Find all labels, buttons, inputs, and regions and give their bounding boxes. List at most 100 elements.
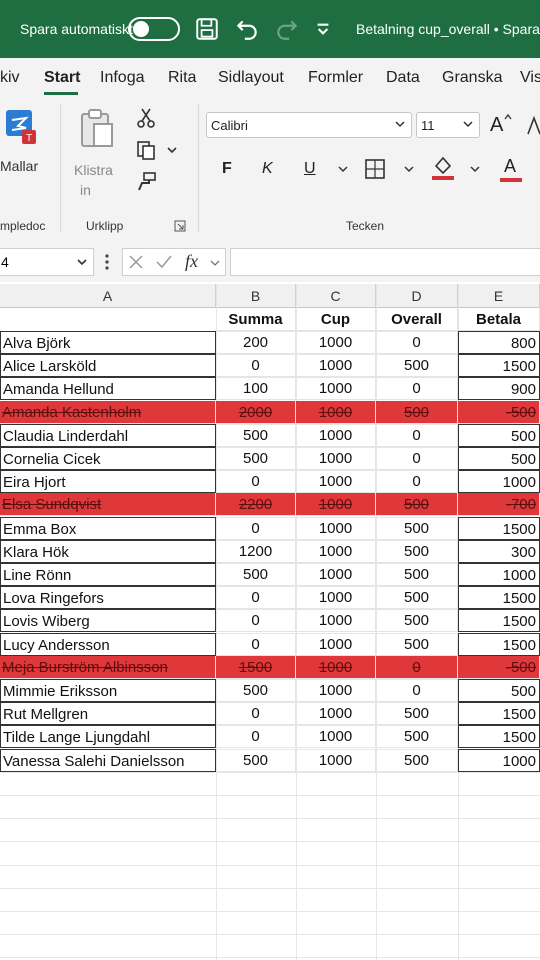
cell-name[interactable]: Lucy Andersson bbox=[0, 633, 216, 656]
insert-function-button[interactable]: fx bbox=[185, 251, 198, 272]
cell-summa[interactable]: 0 bbox=[216, 702, 296, 725]
templates-label[interactable]: Mallar bbox=[0, 158, 38, 174]
column-header-b[interactable]: B bbox=[216, 284, 296, 308]
cell-cup[interactable]: 1000 bbox=[296, 517, 376, 540]
borders-icon[interactable] bbox=[364, 158, 386, 180]
tab-view[interactable]: Vis bbox=[520, 69, 540, 87]
cell-cup[interactable]: 1000 bbox=[296, 493, 376, 516]
cell-overall[interactable]: 500 bbox=[376, 540, 458, 563]
cell-overall[interactable]: 500 bbox=[376, 702, 458, 725]
cell-name[interactable]: Vanessa Salehi Danielsson bbox=[0, 749, 216, 772]
cell-cup[interactable]: 1000 bbox=[296, 377, 376, 400]
tab-formulas[interactable]: Formler bbox=[308, 69, 363, 87]
cell-cup[interactable]: 1000 bbox=[296, 447, 376, 470]
cell-summa[interactable]: 0 bbox=[216, 470, 296, 493]
chevron-down-icon[interactable] bbox=[209, 257, 221, 269]
confirm-entry-icon[interactable] bbox=[155, 253, 173, 271]
cell-summa[interactable]: 500 bbox=[216, 447, 296, 470]
undo-icon[interactable] bbox=[234, 16, 260, 42]
cell-summa[interactable]: 1200 bbox=[216, 540, 296, 563]
clipboard-paste-icon[interactable] bbox=[78, 108, 114, 148]
header-summa[interactable]: Summa bbox=[216, 308, 296, 331]
font-size-select[interactable]: 11 bbox=[416, 112, 480, 138]
cell-overall[interactable]: 0 bbox=[376, 331, 458, 354]
header-overall[interactable]: Overall bbox=[376, 308, 458, 331]
cell-name[interactable]: Eira Hjort bbox=[0, 470, 216, 493]
tab-review[interactable]: Granska bbox=[442, 69, 502, 87]
cell-betala[interactable]: -500 bbox=[458, 401, 540, 424]
cell-overall[interactable]: 500 bbox=[376, 517, 458, 540]
cell-summa[interactable]: 2200 bbox=[216, 493, 296, 516]
cell-summa[interactable]: 0 bbox=[216, 609, 296, 632]
cell-name[interactable]: Mimmie Eriksson bbox=[0, 679, 216, 702]
cell-cup[interactable]: 1000 bbox=[296, 354, 376, 377]
cell-cup[interactable]: 1000 bbox=[296, 702, 376, 725]
cell-overall[interactable]: 500 bbox=[376, 354, 458, 377]
tab-start[interactable]: Start bbox=[44, 69, 80, 87]
fill-color-icon[interactable] bbox=[430, 154, 456, 182]
cell-betala[interactable]: 1500 bbox=[458, 609, 540, 632]
cell-cup[interactable]: 1000 bbox=[296, 586, 376, 609]
grow-font-button[interactable]: A bbox=[490, 114, 503, 137]
cell-cup[interactable]: 1000 bbox=[296, 331, 376, 354]
cancel-entry-icon[interactable] bbox=[127, 253, 145, 271]
tab-draw[interactable]: Rita bbox=[168, 69, 196, 87]
cell-overall[interactable]: 500 bbox=[376, 749, 458, 772]
cell-name[interactable]: Elsa Sundqvist bbox=[0, 493, 216, 516]
cell-betala[interactable]: 500 bbox=[458, 447, 540, 470]
chevron-down-icon[interactable] bbox=[75, 255, 89, 269]
cell-name[interactable]: Cornelia Cicek bbox=[0, 447, 216, 470]
cell-name[interactable]: Line Rönn bbox=[0, 563, 216, 586]
cell-betala[interactable]: 500 bbox=[458, 424, 540, 447]
save-icon[interactable] bbox=[194, 16, 220, 42]
more-options-icon[interactable] bbox=[102, 252, 112, 272]
cell-summa[interactable]: 500 bbox=[216, 563, 296, 586]
cell-cup[interactable]: 1000 bbox=[296, 749, 376, 772]
cell-overall[interactable]: 0 bbox=[376, 470, 458, 493]
cell-cup[interactable]: 1000 bbox=[296, 424, 376, 447]
cell-name[interactable]: Lovis Wiberg bbox=[0, 609, 216, 632]
autosave-toggle[interactable] bbox=[128, 17, 180, 41]
bold-button[interactable]: F bbox=[222, 160, 232, 178]
cell-betala[interactable]: -500 bbox=[458, 656, 540, 679]
redo-icon[interactable] bbox=[274, 16, 300, 42]
cell-overall[interactable]: 500 bbox=[376, 725, 458, 748]
cell-summa[interactable]: 200 bbox=[216, 331, 296, 354]
cell-name[interactable]: Klara Hök bbox=[0, 540, 216, 563]
cell-cup[interactable]: 1000 bbox=[296, 540, 376, 563]
cell-summa[interactable]: 1500 bbox=[216, 656, 296, 679]
format-painter-icon[interactable] bbox=[134, 170, 158, 194]
chevron-down-icon[interactable] bbox=[336, 162, 350, 176]
shrink-font-icon[interactable] bbox=[526, 114, 540, 136]
cell-overall[interactable]: 0 bbox=[376, 656, 458, 679]
cell-summa[interactable]: 500 bbox=[216, 424, 296, 447]
cut-icon[interactable] bbox=[134, 106, 158, 130]
cell-name[interactable]: Alice Larsköld bbox=[0, 354, 216, 377]
cell-betala[interactable]: 500 bbox=[458, 679, 540, 702]
cell-overall[interactable]: 500 bbox=[376, 633, 458, 656]
cell-name[interactable]: Rut Mellgren bbox=[0, 702, 216, 725]
tab-page-layout[interactable]: Sidlayout bbox=[218, 69, 284, 87]
cell-overall[interactable]: 0 bbox=[376, 424, 458, 447]
cell-betala[interactable]: 1000 bbox=[458, 749, 540, 772]
cell-summa[interactable]: 100 bbox=[216, 377, 296, 400]
cell-betala[interactable]: -700 bbox=[458, 493, 540, 516]
cell-summa[interactable]: 0 bbox=[216, 354, 296, 377]
font-name-select[interactable]: Calibri bbox=[206, 112, 412, 138]
cell-betala[interactable]: 1500 bbox=[458, 725, 540, 748]
italic-button[interactable]: K bbox=[262, 160, 273, 178]
cell-summa[interactable]: 0 bbox=[216, 586, 296, 609]
chevron-down-icon[interactable] bbox=[468, 162, 482, 176]
cell-betala[interactable]: 1500 bbox=[458, 702, 540, 725]
cell-name[interactable]: Amanda Hellund bbox=[0, 377, 216, 400]
formula-input[interactable] bbox=[230, 248, 540, 276]
paste-label[interactable]: Klistra bbox=[74, 162, 113, 178]
cell-cup[interactable]: 1000 bbox=[296, 401, 376, 424]
cell-summa[interactable]: 500 bbox=[216, 749, 296, 772]
cell-name[interactable]: Claudia Linderdahl bbox=[0, 424, 216, 447]
tab-insert[interactable]: Infoga bbox=[100, 69, 144, 87]
cell-betala[interactable]: 1500 bbox=[458, 517, 540, 540]
copy-icon[interactable] bbox=[134, 138, 158, 162]
underline-button[interactable]: U bbox=[304, 160, 316, 178]
header-betala[interactable]: Betala bbox=[458, 308, 540, 331]
